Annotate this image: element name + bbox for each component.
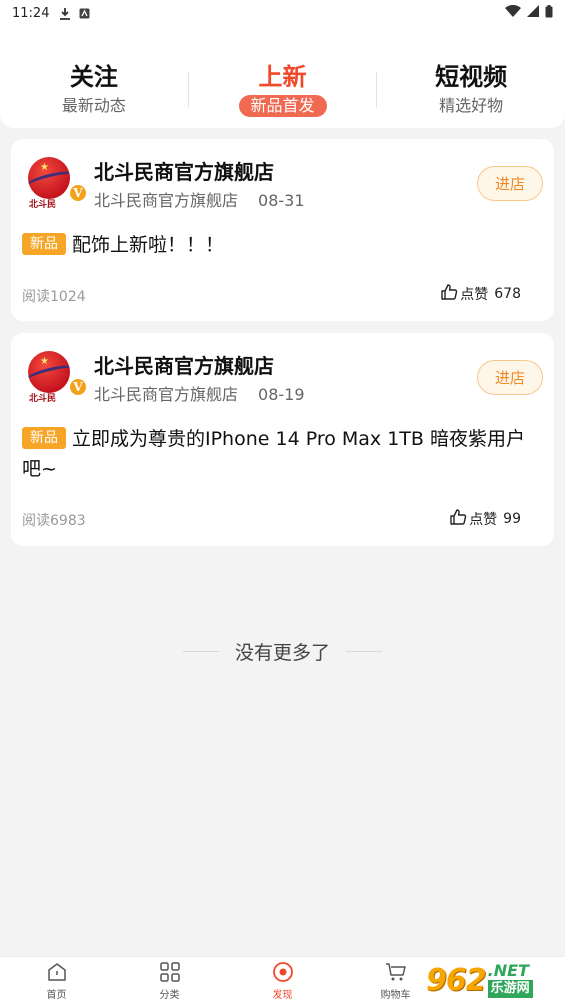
shop-name[interactable]: 北斗民商官方旗舰店: [94, 159, 274, 185]
nav-category[interactable]: 分类: [113, 957, 226, 1004]
like-label: 点赞: [460, 287, 489, 303]
post-content[interactable]: 新品 立即成为尊贵的IPhone 14 Pro Max 1TB 暗夜紫用户吧~: [22, 424, 542, 484]
like-button[interactable]: 点赞 99: [449, 508, 521, 530]
tab-follow[interactable]: 关注 最新动态: [0, 62, 188, 117]
post-date: 08-31: [258, 191, 305, 210]
home-icon: [45, 960, 69, 984]
status-time: 11:24: [12, 5, 50, 21]
status-bar: 11:24: [0, 0, 565, 26]
like-label: 点赞: [469, 512, 498, 528]
post-meta: 北斗民商官方旗舰店 08-19: [94, 384, 305, 406]
signal-icon: [527, 5, 539, 21]
watermark-right: .NET 乐游网: [487, 961, 533, 998]
tab-title: 上新: [258, 63, 307, 91]
shop-avatar[interactable]: ★ 北斗民 V: [24, 157, 88, 213]
shop-logo-text: 北斗民: [29, 200, 57, 210]
nav-label: 分类: [159, 990, 180, 1001]
enter-store-button[interactable]: 进店: [477, 166, 543, 201]
enter-store-button[interactable]: 进店: [477, 360, 543, 395]
nav-label: 首页: [46, 990, 67, 1001]
post-date: 08-19: [258, 385, 305, 404]
nav-label: 购物车: [380, 990, 411, 1001]
new-badge: 新品: [22, 233, 66, 255]
feed-tabs: 关注 最新动态 上新 新品首发 短视频 精选好物: [0, 26, 565, 128]
post-card[interactable]: ★ 北斗民 V 北斗民商官方旗舰店 北斗民商官方旗舰店 08-19 进店 新品立…: [11, 333, 554, 546]
site-watermark: 962 .NET 乐游网: [426, 958, 565, 1002]
shop-name[interactable]: 北斗民商官方旗舰店: [94, 353, 274, 379]
watermark-cn: 乐游网: [487, 980, 533, 998]
post-text: 配饰上新啦！！！: [72, 234, 225, 256]
nav-label: 发现: [272, 990, 293, 1001]
like-button[interactable]: 点赞 678: [440, 283, 521, 305]
verified-v-icon: V: [68, 183, 88, 203]
thumbs-up-icon: [449, 508, 467, 530]
tab-short-video[interactable]: 短视频 精选好物: [377, 62, 565, 117]
post-meta: 北斗民商官方旗舰店 08-31: [94, 190, 305, 212]
read-count: 阅读1024: [22, 289, 86, 305]
download-icon: [59, 7, 71, 20]
tab-title: 短视频: [435, 63, 508, 91]
tab-title: 关注: [69, 63, 118, 91]
tab-new-arrivals[interactable]: 上新 新品首发: [189, 62, 377, 117]
store-label: 北斗民商官方旗舰店: [94, 191, 239, 210]
like-count: 99: [503, 511, 521, 527]
shop-logo-text: 北斗民: [29, 394, 57, 404]
shop-logo-icon: ★: [28, 157, 70, 199]
wifi-icon: [505, 4, 521, 21]
verified-v-icon: V: [68, 377, 88, 397]
nav-discover[interactable]: 发现: [226, 957, 339, 1004]
category-icon: [158, 960, 182, 984]
shop-avatar[interactable]: ★ 北斗民 V: [24, 351, 88, 407]
cart-icon: [384, 960, 408, 984]
like-count: 678: [494, 286, 521, 302]
tab-subtitle: 精选好物: [439, 96, 504, 115]
end-of-list: 没有更多了: [0, 638, 565, 665]
divider: [346, 651, 382, 652]
store-label: 北斗民商官方旗舰店: [94, 385, 239, 404]
discover-icon: [271, 960, 295, 984]
watermark-net: .NET: [487, 961, 529, 980]
nav-home[interactable]: 首页: [0, 957, 113, 1004]
read-count: 阅读6983: [22, 513, 86, 529]
post-content[interactable]: 新品 配饰上新啦！！！: [22, 230, 542, 260]
tab-subtitle: 新品首发: [238, 95, 327, 117]
tab-subtitle: 最新动态: [61, 96, 126, 115]
shop-logo-icon: ★: [28, 351, 70, 393]
divider: [182, 651, 219, 652]
battery-icon: [545, 4, 553, 22]
watermark-number: 962: [426, 962, 487, 998]
app-notification-icon: [79, 8, 90, 19]
post-text: 立即成为尊贵的IPhone 14 Pro Max 1TB 暗夜紫用户吧~: [22, 428, 525, 480]
no-more-text: 没有更多了: [234, 642, 330, 664]
new-badge: 新品: [22, 427, 66, 449]
post-card[interactable]: ★ 北斗民 V 北斗民商官方旗舰店 北斗民商官方旗舰店 08-31 进店 新品配…: [11, 139, 554, 321]
thumbs-up-icon: [440, 283, 458, 305]
